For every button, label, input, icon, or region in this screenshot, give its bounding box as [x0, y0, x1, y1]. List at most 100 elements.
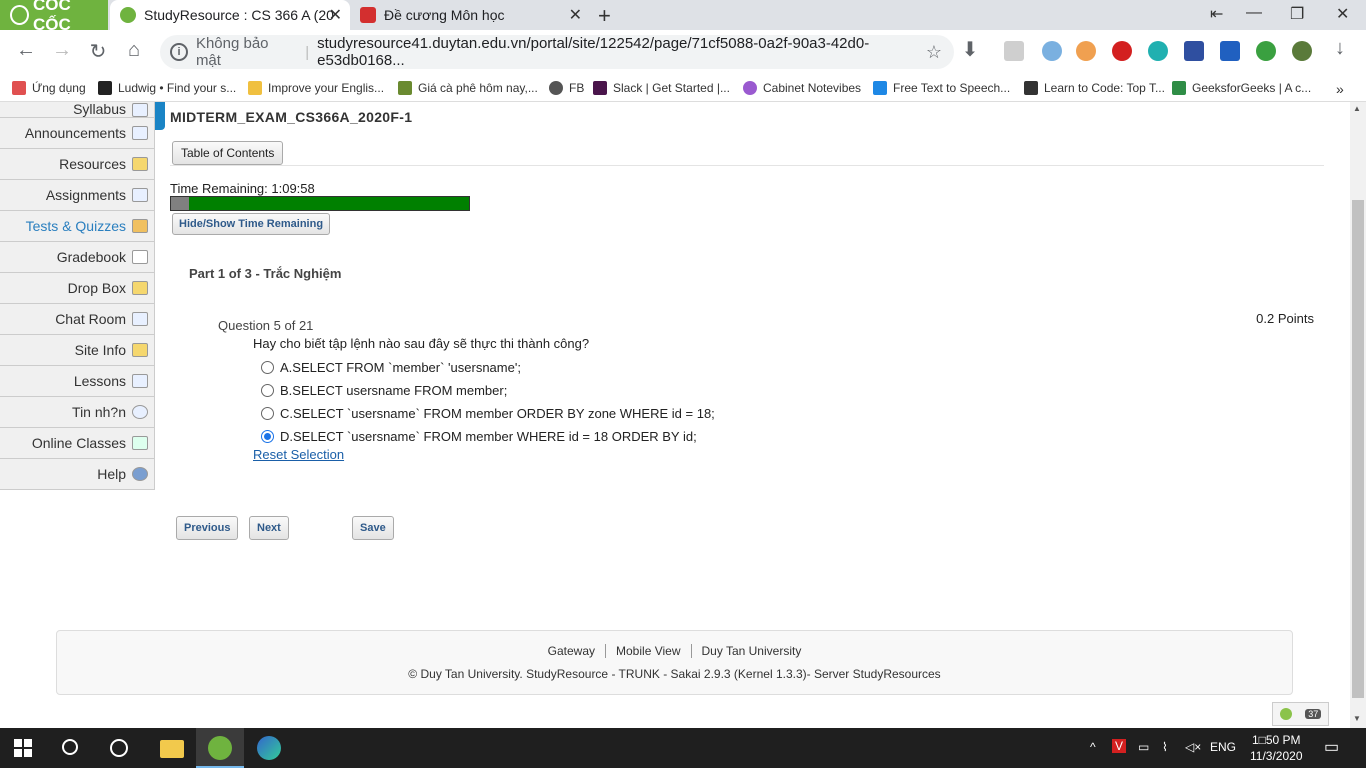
- scroll-up-icon[interactable]: ▲: [1353, 104, 1361, 113]
- new-tab-icon[interactable]: +: [598, 3, 611, 29]
- search-icon[interactable]: [62, 739, 78, 755]
- close-tab-icon[interactable]: ✕: [569, 5, 582, 25]
- footer-link-mobile-view[interactable]: Mobile View: [606, 644, 690, 658]
- option-label[interactable]: B.SELECT usersname FROM member;: [280, 383, 507, 398]
- language-indicator[interactable]: ENG: [1210, 740, 1236, 754]
- answer-option-a[interactable]: A.SELECT FROM `member` 'usersname';: [261, 356, 715, 379]
- bookmark-fb[interactable]: FB: [549, 81, 584, 95]
- reader-extension-icon[interactable]: [1004, 41, 1024, 61]
- vietkey-icon[interactable]: V: [1112, 739, 1127, 753]
- profile-avatar-icon[interactable]: [1292, 41, 1312, 61]
- answer-option-d[interactable]: D.SELECT `usersname` FROM member WHERE i…: [261, 425, 715, 448]
- online-users-badge[interactable]: 37: [1272, 702, 1329, 726]
- option-label[interactable]: D.SELECT `usersname` FROM member WHERE i…: [280, 429, 697, 444]
- radio-button[interactable]: [261, 407, 274, 420]
- coccoc-taskbar-icon[interactable]: [208, 736, 232, 760]
- sidebar-item-announcements[interactable]: Announcements: [0, 118, 155, 149]
- restore-tabs-icon[interactable]: ⇤: [1210, 4, 1223, 24]
- sidebar-item-messages[interactable]: Tin nh?n: [0, 397, 155, 428]
- reset-selection-link[interactable]: Reset Selection: [253, 447, 344, 462]
- bookmark-text-to-speech[interactable]: Free Text to Speech...: [873, 81, 1010, 95]
- answer-option-b[interactable]: B.SELECT usersname FROM member;: [261, 379, 715, 402]
- sidebar-item-lessons[interactable]: Lessons: [0, 366, 155, 397]
- reload-icon[interactable]: ↻: [85, 39, 111, 64]
- bookmarks-overflow[interactable]: »: [1336, 81, 1344, 97]
- browser-brand[interactable]: CỐC CỐC: [0, 0, 108, 34]
- address-bar[interactable]: i Không bảo mật | studyresource41.duytan…: [160, 35, 954, 69]
- bookmark-notevibes[interactable]: Cabinet Notevibes: [743, 81, 861, 95]
- sidebar-item-syllabus[interactable]: Syllabus: [0, 102, 155, 118]
- j-extension-icon[interactable]: [1220, 41, 1240, 61]
- url-text[interactable]: studyresource41.duytan.edu.vn/portal/sit…: [317, 35, 954, 69]
- sidebar-item-online-classes[interactable]: Online Classes: [0, 428, 155, 459]
- bookmark-geeksforgeeks[interactable]: GeeksforGeeks | A c...: [1172, 81, 1311, 95]
- maximize-icon[interactable]: ❐: [1290, 4, 1304, 24]
- notification-icon[interactable]: ▭: [1324, 737, 1339, 757]
- edge-icon[interactable]: [257, 736, 281, 760]
- sidebar-item-drop-box[interactable]: Drop Box: [0, 273, 155, 304]
- footer-link-duy-tan[interactable]: Duy Tan University: [692, 644, 812, 658]
- download-arrow-icon[interactable]: ↓: [1327, 37, 1353, 60]
- volume-muted-icon[interactable]: ◁×: [1185, 740, 1201, 754]
- taskbar-clock[interactable]: 1□50 PM 11/3/2020: [1250, 732, 1303, 764]
- option-label[interactable]: C.SELECT `usersname` FROM member ORDER B…: [280, 406, 715, 421]
- radio-button-selected[interactable]: [261, 430, 274, 443]
- extensions-puzzle-icon[interactable]: [1256, 41, 1276, 61]
- adblock-extension-icon[interactable]: [1112, 41, 1132, 61]
- tab-de-cuong[interactable]: Đề cương Môn học ✕: [350, 0, 590, 30]
- question-number: Question 5 of 21: [218, 318, 314, 333]
- table-of-contents-button[interactable]: Table of Contents: [172, 141, 284, 165]
- bookmark-improve-english[interactable]: Improve your Englis...: [248, 81, 384, 95]
- task-view-icon[interactable]: [110, 739, 128, 757]
- bookmark-apps[interactable]: Ứng dụng: [12, 81, 86, 95]
- page-title: MIDTERM_EXAM_CS366A_2020F-1: [170, 109, 413, 125]
- tab-title: Đề cương Môn học: [384, 7, 505, 23]
- pencil-icon: [132, 219, 148, 233]
- page-scrollbar[interactable]: ▲ ▼: [1350, 102, 1366, 728]
- next-button[interactable]: Next: [249, 516, 289, 540]
- close-window-icon[interactable]: ✕: [1336, 4, 1349, 24]
- windows-start-icon[interactable]: [14, 739, 32, 757]
- sidebar-item-help[interactable]: Help: [0, 459, 155, 490]
- tab-studyresource[interactable]: StudyResource : CS 366 A (20 ✕: [110, 0, 350, 30]
- scrollbar-thumb[interactable]: [1352, 200, 1364, 698]
- radio-button[interactable]: [261, 384, 274, 397]
- bookmark-coffee[interactable]: Giá cà phê hôm nay,...: [398, 81, 538, 95]
- download-icon[interactable]: ⬇: [957, 37, 983, 62]
- chevron-up-icon[interactable]: ^: [1090, 740, 1096, 754]
- bookmark-label: Free Text to Speech...: [893, 81, 1011, 95]
- forward-icon[interactable]: →: [49, 39, 75, 62]
- bookmark-label: GeeksforGeeks | A c...: [1192, 81, 1312, 95]
- mate-extension-icon[interactable]: [1148, 41, 1168, 61]
- bookmark-slack[interactable]: Slack | Get Started |...: [593, 81, 730, 95]
- answer-option-c[interactable]: C.SELECT `usersname` FROM member ORDER B…: [261, 402, 715, 425]
- bookmark-ludwig[interactable]: Ludwig • Find your s...: [98, 81, 236, 95]
- sidebar-item-site-info[interactable]: Site Info: [0, 335, 155, 366]
- info-icon[interactable]: i: [170, 43, 188, 61]
- time-used-fill: [171, 197, 189, 210]
- previous-button[interactable]: Previous: [176, 516, 239, 540]
- bookmark-star-icon[interactable]: ☆: [926, 42, 942, 63]
- home-icon[interactable]: ⌂: [121, 39, 147, 62]
- save-button[interactable]: Save: [352, 516, 394, 540]
- sidebar-item-assignments[interactable]: Assignments: [0, 180, 155, 211]
- option-label[interactable]: A.SELECT FROM `member` 'usersname';: [280, 360, 521, 375]
- battery-icon[interactable]: ▭: [1138, 740, 1149, 754]
- dictionary-extension-icon[interactable]: [1184, 41, 1204, 61]
- radio-button[interactable]: [261, 361, 274, 374]
- scroll-down-icon[interactable]: ▼: [1353, 714, 1361, 723]
- sidebar-item-chat-room[interactable]: Chat Room: [0, 304, 155, 335]
- eyedropper-extension-icon[interactable]: [1042, 41, 1062, 61]
- honey-extension-icon[interactable]: [1076, 41, 1096, 61]
- sidebar-item-resources[interactable]: Resources: [0, 149, 155, 180]
- bookmark-learn-to-code[interactable]: Learn to Code: Top T...: [1024, 81, 1165, 95]
- file-explorer-icon[interactable]: [160, 740, 184, 758]
- sidebar-item-tests-quizzes[interactable]: Tests & Quizzes: [0, 211, 155, 242]
- back-icon[interactable]: ←: [13, 39, 39, 62]
- wifi-icon[interactable]: ⌇: [1162, 740, 1168, 754]
- close-tab-icon[interactable]: ✕: [329, 5, 342, 25]
- sidebar-item-gradebook[interactable]: Gradebook: [0, 242, 155, 273]
- minimize-icon[interactable]: —: [1246, 4, 1262, 22]
- footer-link-gateway[interactable]: Gateway: [538, 644, 605, 658]
- hide-show-time-button[interactable]: Hide/Show Time Remaining: [172, 213, 331, 235]
